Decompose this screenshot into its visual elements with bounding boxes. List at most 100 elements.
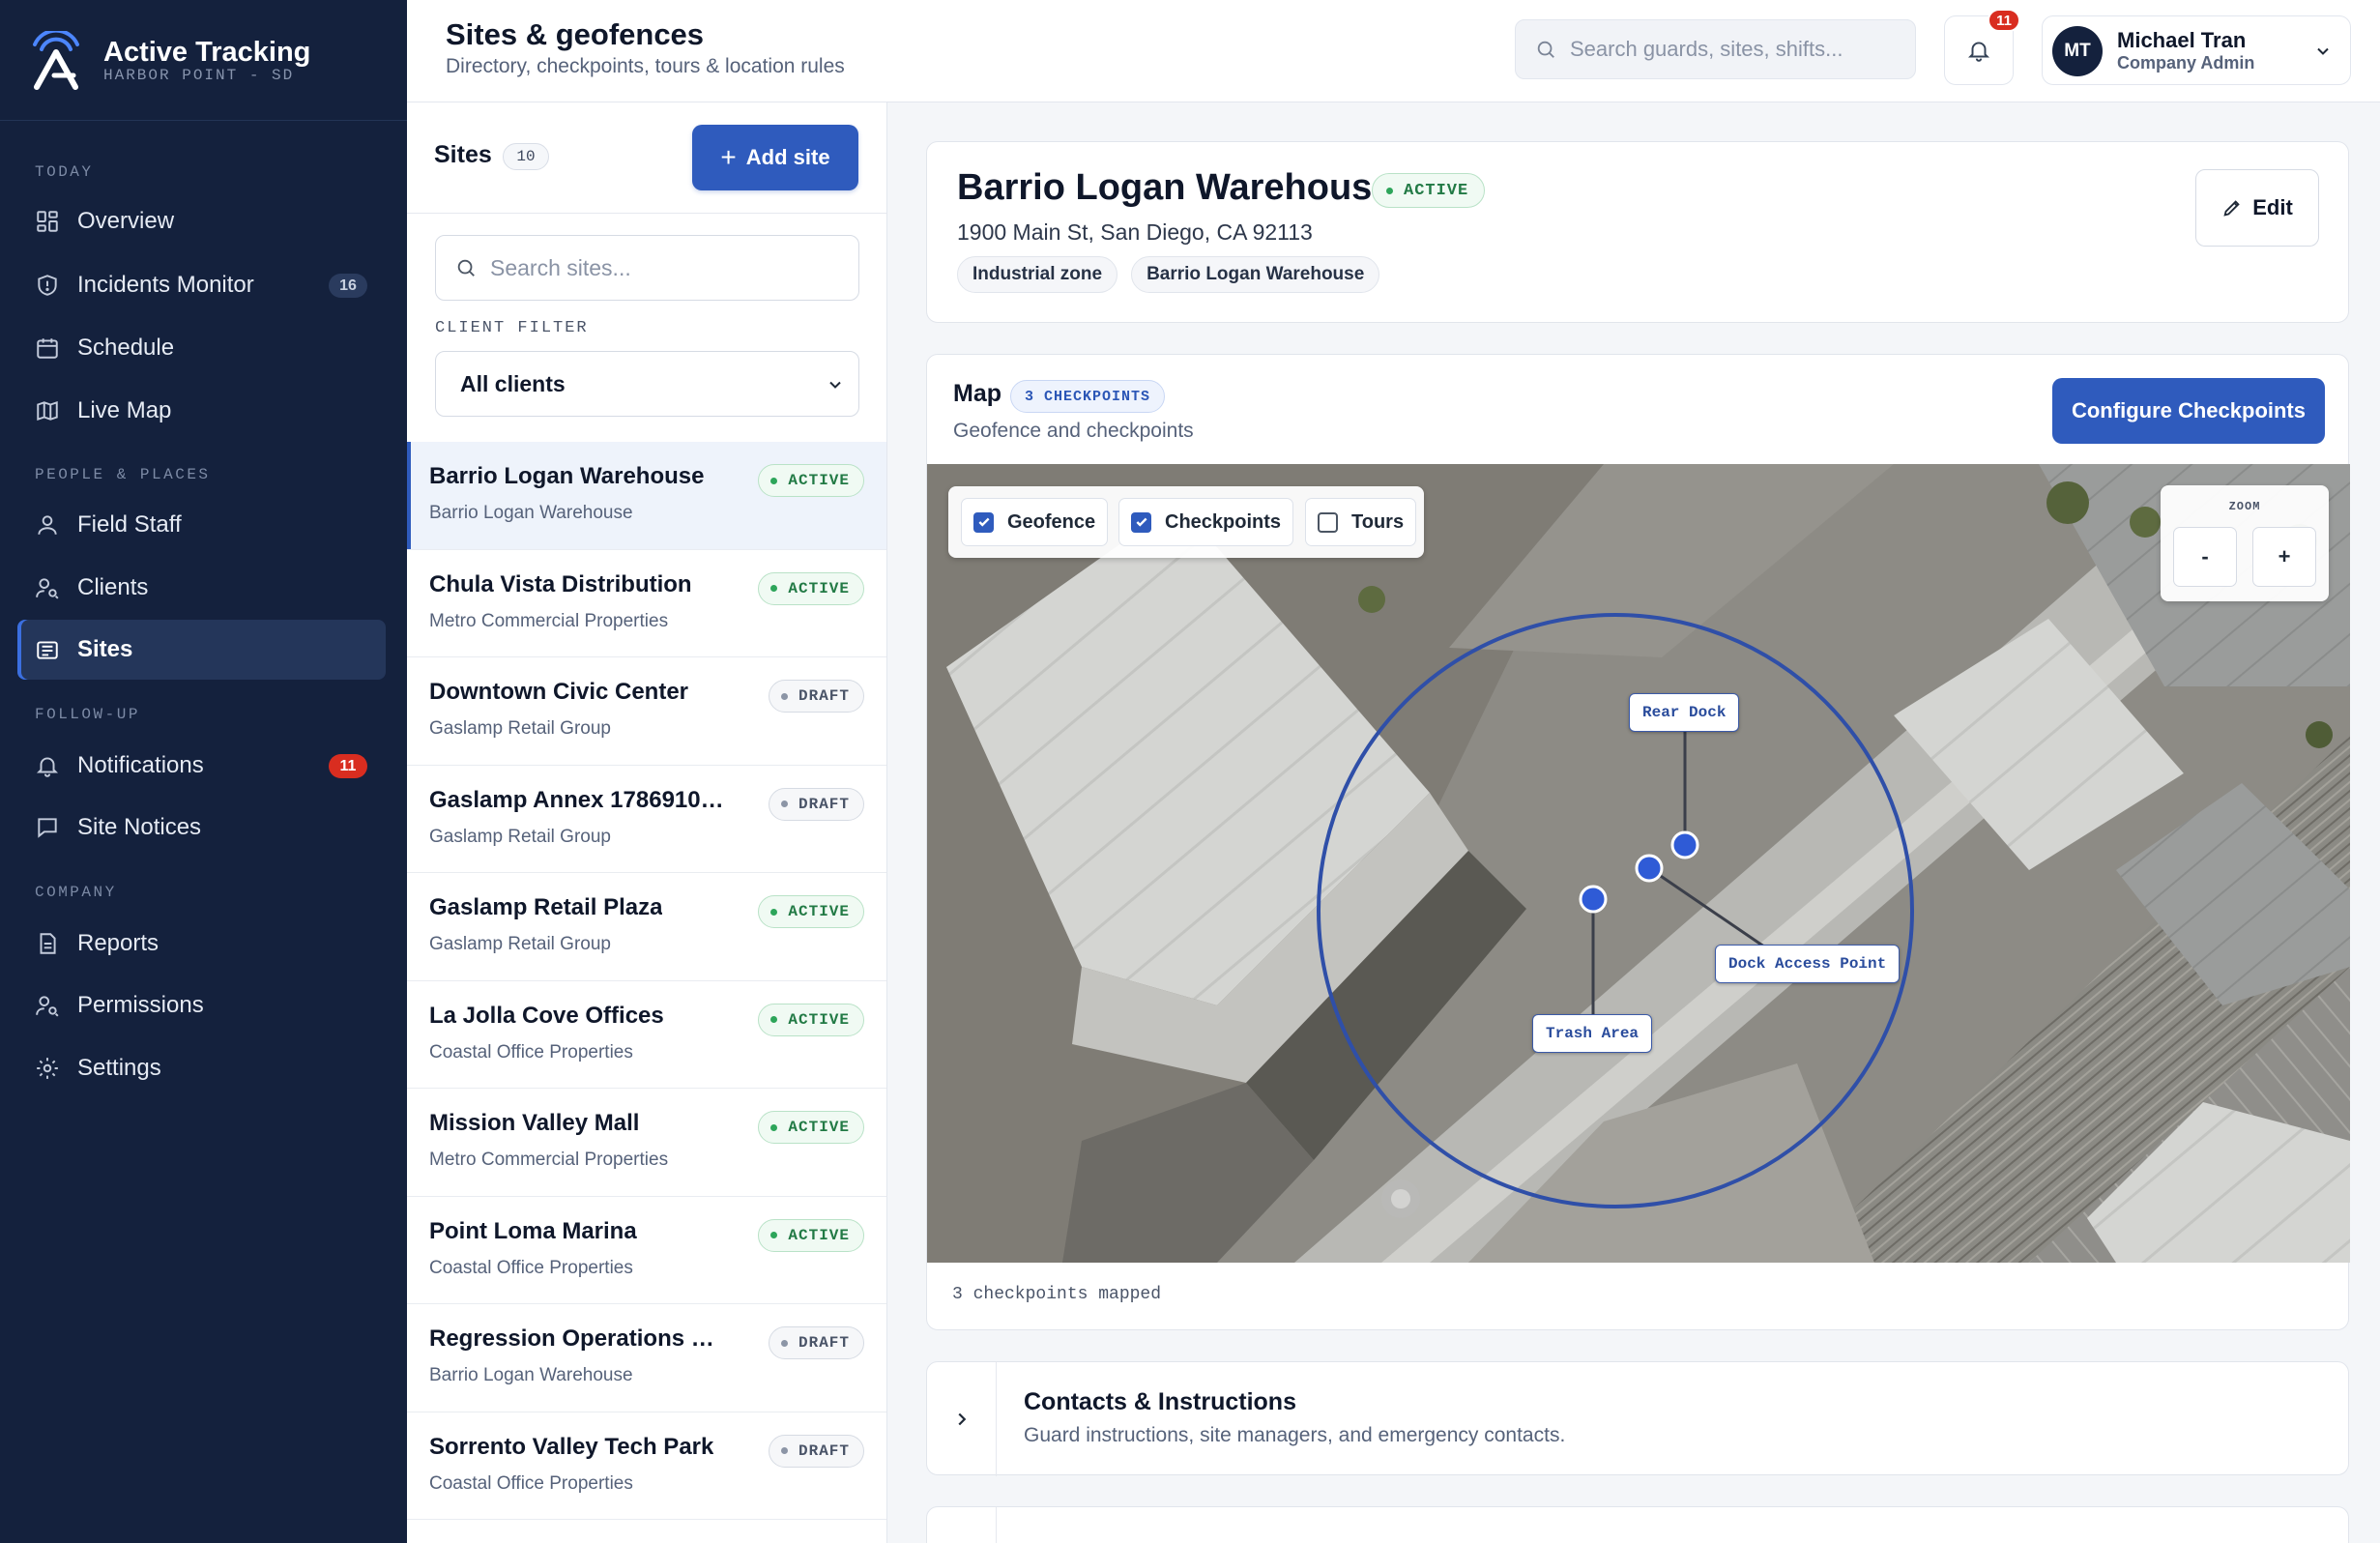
checkpoint-connector	[1648, 866, 1778, 957]
sidebar-item-label: Clients	[77, 574, 149, 600]
page-title: Sites & geofences	[446, 17, 705, 51]
checkpoint-label-rear-dock[interactable]: Rear Dock	[1629, 693, 1740, 732]
site-list-item[interactable]: Chula Vista Distribution Metro Commercial…	[407, 550, 886, 657]
sidebar-item-clients[interactable]: Clients	[17, 558, 386, 618]
page-subtitle: Directory, checkpoints, tours & location…	[446, 55, 845, 77]
site-list-item[interactable]: Mission Valley Mall Metro Commercial Prop…	[407, 1089, 886, 1197]
nav-section-company: COMPANY	[35, 884, 117, 901]
map-title: Map	[953, 380, 1001, 407]
global-search[interactable]	[1515, 19, 1916, 79]
sidebar-item-sites[interactable]: Sites	[17, 620, 386, 680]
site-name: Gaslamp Annex 17869109...	[429, 786, 724, 813]
notifications-button[interactable]: 11	[1944, 9, 2020, 85]
add-site-button[interactable]: + Add site	[692, 125, 858, 190]
geofence-overlay	[1317, 613, 1914, 1208]
status-badge-label: ACTIVE	[1404, 181, 1469, 200]
toggle-label: Geofence	[1007, 510, 1096, 533]
contacts-section[interactable]: Contacts & Instructions Guard instructio…	[926, 1361, 2349, 1476]
site-client: Coastal Office Properties	[429, 1257, 633, 1278]
sidebar-item-label: Incidents Monitor	[77, 272, 254, 298]
checkpoint-marker[interactable]	[1635, 854, 1664, 883]
sidebar-item-incidents-monitor[interactable]: Incidents Monitor 16	[17, 255, 386, 315]
checkpoint-marker[interactable]	[1670, 830, 1699, 859]
checkbox-checked-icon	[1131, 511, 1151, 533]
zoom-label: ZOOM	[2228, 500, 2261, 513]
expand-toggle[interactable]	[927, 1507, 997, 1543]
status-badge: ACTIVE	[758, 464, 864, 497]
site-list-item[interactable]: Point Loma Marina Coastal Office Properti…	[407, 1197, 886, 1304]
map-card: Map 3 CHECKPOINTS Geofence and checkpoin…	[926, 354, 2350, 1330]
sidebar-item-label: Reports	[77, 930, 160, 956]
site-name: La Jolla Cove Offices	[429, 1002, 664, 1029]
geofence-circle[interactable]	[1317, 613, 1914, 1208]
checkpoint-label-dock-access-point[interactable]: Dock Access Point	[1715, 945, 1901, 983]
configure-checkpoints-button[interactable]: Configure Checkpoints	[2052, 378, 2325, 444]
site-list-item[interactable]: Gaslamp Annex 17869109... Gaslamp Retail …	[407, 766, 886, 873]
status-badge: ACTIVE	[758, 1111, 864, 1144]
sidebar-item-notifications[interactable]: Notifications 11	[17, 736, 386, 796]
edit-site-button[interactable]: Edit	[2195, 169, 2319, 247]
chevron-down-icon	[829, 381, 841, 389]
global-search-input[interactable]	[1570, 37, 1899, 62]
add-site-label: Add site	[745, 145, 830, 169]
site-list-item[interactable]: Downtown Civic Center Gaslamp Retail Grou…	[407, 657, 886, 766]
topbar: Sites & geofences Directory, checkpoints…	[407, 0, 2380, 102]
contacts-subtitle: Guard instructions, site managers, and e…	[1024, 1424, 1566, 1446]
nav-section-today: TODAY	[35, 163, 94, 181]
pencil-icon	[2223, 200, 2240, 217]
sidebar-item-live-map[interactable]: Live Map	[17, 381, 386, 441]
site-name: Chula Vista Distribution	[429, 570, 692, 597]
status-badge: DRAFT	[768, 1326, 864, 1359]
site-list-item[interactable]: Sorrento Valley Tech Park Coastal Office …	[407, 1412, 886, 1520]
site-map[interactable]: Rear Dock Dock Access Point Trash Area G…	[927, 464, 2350, 1263]
site-address: 1900 Main St, San Diego, CA 92113	[957, 219, 1313, 245]
brand-title: Active Tracking	[103, 37, 311, 68]
site-client: Barrio Logan Warehouse	[429, 503, 633, 523]
zoom-controls: ZOOM - +	[2161, 485, 2329, 601]
checkpoints-count-badge: 3 CHECKPOINTS	[1010, 380, 1166, 413]
sidebar-item-overview[interactable]: Overview	[17, 191, 386, 251]
sidebar-item-permissions[interactable]: Permissions	[17, 975, 386, 1035]
nav-section-follow-up: FOLLOW-UP	[35, 706, 140, 723]
site-list-item[interactable]: La Jolla Cove Offices Coastal Office Prop…	[407, 981, 886, 1089]
status-dot-icon	[780, 692, 788, 700]
bell-icon	[1967, 42, 1990, 62]
checkpoint-marker[interactable]	[1579, 885, 1608, 914]
site-list-item[interactable]: Regression Operations Site... Barrio Loga…	[407, 1304, 886, 1412]
status-badge-label: DRAFT	[798, 1441, 850, 1460]
site-list-item[interactable]: Barrio Logan Warehouse Barrio Logan Wareh…	[407, 442, 886, 550]
tours-toggle[interactable]: Tours	[1305, 498, 1417, 546]
site-search[interactable]	[435, 235, 859, 301]
site-list-item[interactable]: Gaslamp Retail Plaza Gaslamp Retail Group…	[407, 873, 886, 981]
sidebar-item-reports[interactable]: Reports	[17, 914, 386, 974]
sidebar-item-label: Permissions	[77, 992, 204, 1018]
geofence-toggle[interactable]: Geofence	[961, 498, 1109, 546]
chevron-down-icon	[2317, 47, 2329, 55]
user-key-icon	[35, 575, 60, 600]
zoom-in-button[interactable]: +	[2252, 527, 2316, 587]
sidebar-item-field-staff[interactable]: Field Staff	[17, 495, 386, 555]
sidebar-item-schedule[interactable]: Schedule	[17, 318, 386, 378]
site-search-input[interactable]	[490, 254, 838, 281]
sidebar-item-settings[interactable]: Settings	[17, 1038, 386, 1098]
status-dot-icon	[770, 1016, 778, 1023]
map-icon	[35, 398, 60, 423]
checkbox-checked-icon	[973, 511, 994, 533]
checkpoint-label-trash-area[interactable]: Trash Area	[1532, 1014, 1653, 1053]
status-badge-label: ACTIVE	[788, 579, 850, 597]
status-badge-label: ACTIVE	[788, 472, 850, 489]
client-filter-select[interactable]: All clients	[435, 351, 859, 417]
user-menu[interactable]: MT Michael Tran Company Admin	[2042, 15, 2351, 85]
zoom-out-button[interactable]: -	[2173, 527, 2237, 587]
site-tags: Industrial zone Barrio Logan Warehouse	[957, 256, 1380, 293]
search-icon	[457, 259, 475, 277]
expand-toggle[interactable]	[927, 1362, 997, 1476]
status-dot-icon	[770, 477, 778, 484]
site-name: Barrio Logan Warehouse	[429, 463, 705, 489]
nav-section-people-places: PEOPLE & PLACES	[35, 466, 211, 483]
shield-icon	[35, 273, 60, 298]
checkpoints-toggle[interactable]: Checkpoints	[1118, 498, 1294, 546]
notifications-count-badge: 11	[329, 754, 367, 778]
sidebar-item-site-notices[interactable]: Site Notices	[17, 798, 386, 858]
collapsed-section[interactable]	[926, 1506, 2349, 1543]
